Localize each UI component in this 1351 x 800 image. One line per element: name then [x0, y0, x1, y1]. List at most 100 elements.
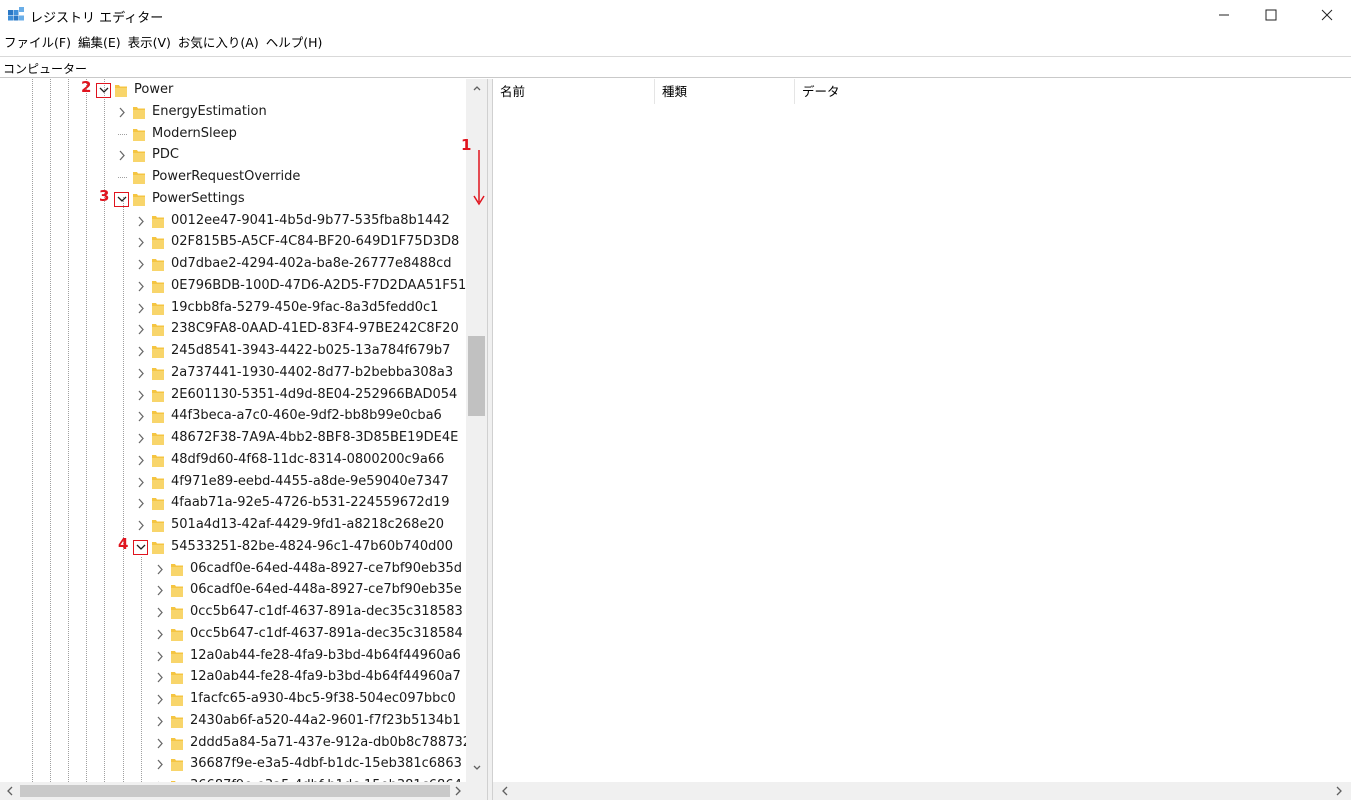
close-button[interactable]: [1304, 0, 1350, 30]
expand-toggle[interactable]: [155, 650, 165, 663]
expand-toggle[interactable]: [136, 280, 146, 293]
scroll-down-button[interactable]: [466, 763, 487, 777]
expand-toggle[interactable]: [155, 584, 165, 597]
tree-item-expanded-guid[interactable]: 54533251-82be-4824-96c1-47b60b740d00: [0, 537, 466, 558]
expand-toggle[interactable]: [155, 671, 165, 684]
expand-toggle[interactable]: [136, 454, 146, 467]
tree-item-label: 19cbb8fa-5279-450e-9fac-8a3d5fedd0c1: [171, 299, 439, 315]
expand-toggle[interactable]: [136, 345, 146, 358]
expand-toggle[interactable]: [136, 410, 146, 423]
tree-item[interactable]: 2ddd5a84-5a71-437e-912a-db0b8c788732: [0, 733, 471, 754]
address-path: コンピューター: [3, 62, 88, 76]
tree-item[interactable]: 12a0ab44-fe28-4fa9-b3bd-4b64f44960a6: [0, 646, 466, 667]
expand-toggle[interactable]: [136, 258, 146, 271]
tree-item[interactable]: ModernSleep: [0, 124, 466, 145]
expand-toggle[interactable]: [136, 323, 146, 336]
tree-item[interactable]: 19cbb8fa-5279-450e-9fac-8a3d5fedd0c1: [0, 298, 466, 319]
tree-item[interactable]: 0d7dbae2-4294-402a-ba8e-26777e8488cd: [0, 254, 466, 275]
values-list-pane[interactable]: 名前 種類 データ: [493, 79, 1351, 800]
tree-item-power[interactable]: Power: [0, 80, 466, 101]
column-header-name[interactable]: 名前: [493, 79, 655, 104]
expand-toggle[interactable]: [136, 302, 146, 315]
expand-toggle[interactable]: [155, 628, 165, 641]
chevron-right-icon: [157, 629, 163, 640]
tree-item[interactable]: 12a0ab44-fe28-4fa9-b3bd-4b64f44960a7: [0, 667, 466, 688]
minimize-button[interactable]: [1201, 0, 1247, 30]
expand-toggle[interactable]: [136, 389, 146, 402]
minimize-icon: [1219, 14, 1229, 16]
folder-icon: [152, 476, 164, 489]
tree-item[interactable]: 02F815B5-A5CF-4C84-BF20-649D1F75D3D8: [0, 232, 466, 253]
menu-edit[interactable]: 編集(E): [74, 33, 124, 53]
tree-item[interactable]: 48672F38-7A9A-4bb2-8BF8-3D85BE19DE4E: [0, 428, 466, 449]
expand-toggle[interactable]: [136, 476, 146, 489]
tree-item[interactable]: 48df9d60-4f68-11dc-8314-0800200c9a66: [0, 450, 466, 471]
address-bar[interactable]: コンピューター: [0, 56, 1351, 78]
expand-toggle[interactable]: [117, 149, 127, 162]
tree-item[interactable]: 36687f9e-e3a5-4dbf-b1dc-15eb381c6863: [0, 754, 466, 775]
tree-item[interactable]: 0E796BDB-100D-47D6-A2D5-F7D2DAA51F51: [0, 276, 466, 297]
scroll-thumb[interactable]: [468, 336, 485, 416]
expand-toggle[interactable]: [136, 519, 146, 532]
folder-icon: [152, 237, 164, 250]
registry-editor-icon: [8, 7, 24, 21]
tree-item[interactable]: 0cc5b647-c1df-4637-891a-dec35c318583: [0, 602, 466, 623]
column-header-type[interactable]: 種類: [655, 79, 795, 104]
tree-item[interactable]: 238C9FA8-0AAD-41ED-83F4-97BE242C8F20: [0, 319, 466, 340]
tree-item-label: 36687f9e-e3a5-4dbf-b1dc-15eb381c6863: [190, 756, 462, 772]
folder-icon: [171, 715, 183, 728]
tree-item[interactable]: 1facfc65-a930-4bc5-9f38-504ec097bbc0: [0, 689, 466, 710]
expand-toggle[interactable]: [155, 737, 165, 750]
annotation-marker-3: 3: [99, 186, 110, 205]
tree-item-label: 1facfc65-a930-4bc5-9f38-504ec097bbc0: [190, 691, 456, 706]
chevron-right-icon[interactable]: [452, 784, 464, 798]
chevron-left-icon[interactable]: [499, 784, 511, 798]
expand-toggle[interactable]: [117, 106, 127, 119]
tree-item[interactable]: 4faab71a-92e5-4726-b531-224559672d19: [0, 493, 466, 514]
folder-icon: [171, 672, 183, 685]
key-tree-pane[interactable]: Power 2 EnergyEstimation ModernSleep PDC Powe…: [0, 79, 487, 800]
tree-item[interactable]: 2E601130-5351-4d9d-8E04-252966BAD054: [0, 385, 466, 406]
scroll-up-button[interactable]: [466, 83, 487, 97]
tree-item[interactable]: 4f971e89-eebd-4455-a8de-9e59040e7347: [0, 472, 466, 493]
expand-toggle[interactable]: [136, 236, 146, 249]
expand-toggle[interactable]: [155, 758, 165, 771]
tree-item[interactable]: 44f3beca-a7c0-460e-9df2-bb8b99e0cba6: [0, 406, 466, 427]
tree-item[interactable]: 245d8541-3943-4422-b025-13a784f679b7: [0, 341, 466, 362]
expand-toggle[interactable]: [155, 693, 165, 706]
tree-item[interactable]: EnergyEstimation: [0, 102, 466, 123]
expand-toggle[interactable]: [136, 497, 146, 510]
chevron-right-icon: [138, 259, 144, 270]
menu-file[interactable]: ファイル(F): [0, 33, 74, 53]
tree-item[interactable]: 06cadf0e-64ed-448a-8927-ce7bf90eb35e: [0, 580, 466, 601]
tree-item[interactable]: 06cadf0e-64ed-448a-8927-ce7bf90eb35d: [0, 559, 466, 580]
menu-view[interactable]: 表示(V): [124, 33, 174, 53]
tree-item[interactable]: PowerRequestOverride: [0, 167, 466, 188]
expand-toggle[interactable]: [136, 367, 146, 380]
menu-help[interactable]: ヘルプ(H): [262, 33, 326, 53]
expand-toggle[interactable]: [136, 432, 146, 445]
menu-favorites[interactable]: お気に入り(A): [174, 33, 262, 53]
maximize-button[interactable]: [1248, 0, 1294, 30]
chevron-right-icon: [157, 564, 163, 574]
tree-item[interactable]: 501a4d13-42af-4429-9fd1-a8218c268e20: [0, 515, 466, 536]
tree-item[interactable]: 0cc5b647-c1df-4637-891a-dec35c318584: [0, 624, 466, 645]
expand-toggle[interactable]: [155, 606, 165, 619]
folder-icon: [152, 280, 164, 293]
chevron-right-icon[interactable]: [1333, 784, 1345, 798]
tree-item[interactable]: 2a737441-1930-4402-8d77-b2bebba308a3: [0, 363, 466, 384]
tree-horizontal-scrollbar[interactable]: [0, 782, 466, 800]
tree-item[interactable]: PDC: [0, 145, 466, 166]
chevron-right-icon: [138, 455, 144, 466]
folder-icon: [152, 367, 164, 380]
expand-toggle[interactable]: [155, 563, 165, 576]
column-header-data[interactable]: データ: [795, 79, 995, 104]
list-horizontal-scrollbar[interactable]: [493, 782, 1351, 800]
tree-item[interactable]: 0012ee47-9041-4b5d-9b77-535fba8b1442: [0, 211, 466, 232]
chevron-left-icon[interactable]: [4, 784, 16, 798]
horizontal-scroll-thumb[interactable]: [20, 785, 450, 797]
expand-toggle[interactable]: [155, 715, 165, 728]
tree-item[interactable]: 2430ab6f-a520-44a2-9601-f7f23b5134b1: [0, 711, 466, 732]
expand-toggle[interactable]: [136, 215, 146, 228]
tree-item-powersettings[interactable]: PowerSettings: [0, 189, 466, 210]
